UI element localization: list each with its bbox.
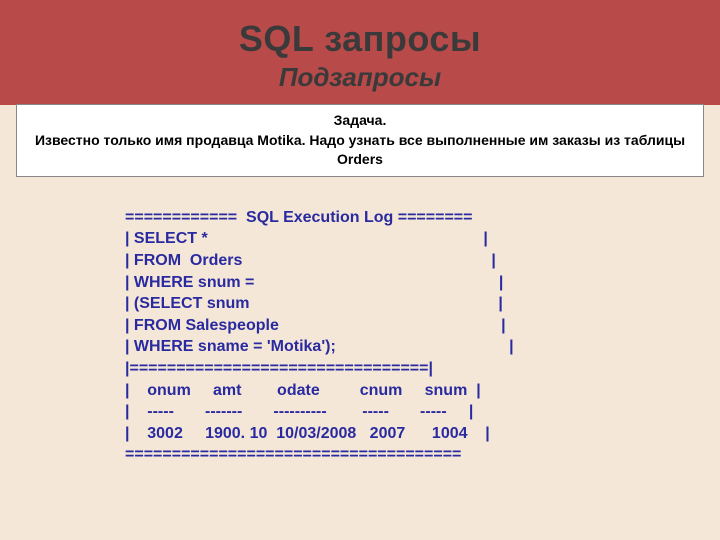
sql-line: | FROM Orders | xyxy=(125,252,496,269)
sql-line: | (SELECT snum | xyxy=(125,295,503,312)
slide-title: SQL запросы xyxy=(0,18,720,60)
log-footer: ==================================== xyxy=(125,446,461,463)
slide-header: SQL запросы Подзапросы xyxy=(0,0,720,105)
sql-execution-log: ============ SQL Execution Log ======== … xyxy=(125,207,595,466)
table-row: | 3002 1900. 10 10/03/2008 2007 1004 | xyxy=(125,425,490,442)
log-header: ============ SQL Execution Log ======== xyxy=(125,209,472,226)
task-title: Задача. xyxy=(27,111,693,131)
divider: |================================| xyxy=(125,360,433,377)
table-header: | onum amt odate cnum snum | xyxy=(125,382,481,399)
sql-line: | SELECT * | xyxy=(125,230,488,247)
sql-line: | WHERE sname = 'Motika'); | xyxy=(125,338,514,355)
task-description: Задача. Известно только имя продавца Mot… xyxy=(16,104,704,177)
task-text: Известно только имя продавца Motika. Над… xyxy=(27,131,693,170)
sql-line: | FROM Salespeople | xyxy=(125,317,506,334)
sql-line: | WHERE snum = | xyxy=(125,274,503,291)
table-dashes: | ----- ------- ---------- ----- ----- | xyxy=(125,403,473,420)
slide-subtitle: Подзапросы xyxy=(0,62,720,93)
